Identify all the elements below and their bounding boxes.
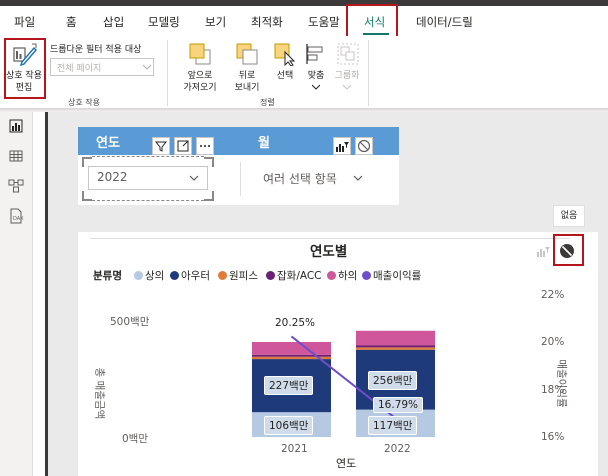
plot-area xyxy=(252,330,435,437)
bar-data-label: 106백만 xyxy=(264,416,314,435)
bar-segment[interactable] xyxy=(252,354,331,357)
bar-segment[interactable] xyxy=(356,347,435,350)
line-data-label: 20.25% xyxy=(275,317,316,329)
bar-data-label: 256백만 xyxy=(368,371,418,390)
bar-data-label: 117백만 xyxy=(368,416,418,435)
line-data-label: 16.79% xyxy=(373,397,424,413)
bar-data-label: 227백만 xyxy=(264,376,314,395)
bar-segment[interactable] xyxy=(356,330,435,346)
bar-segment[interactable] xyxy=(252,341,331,355)
x-tick: 2022 xyxy=(384,443,411,455)
bar-segment[interactable] xyxy=(356,345,435,348)
x-tick: 2021 xyxy=(281,443,308,455)
